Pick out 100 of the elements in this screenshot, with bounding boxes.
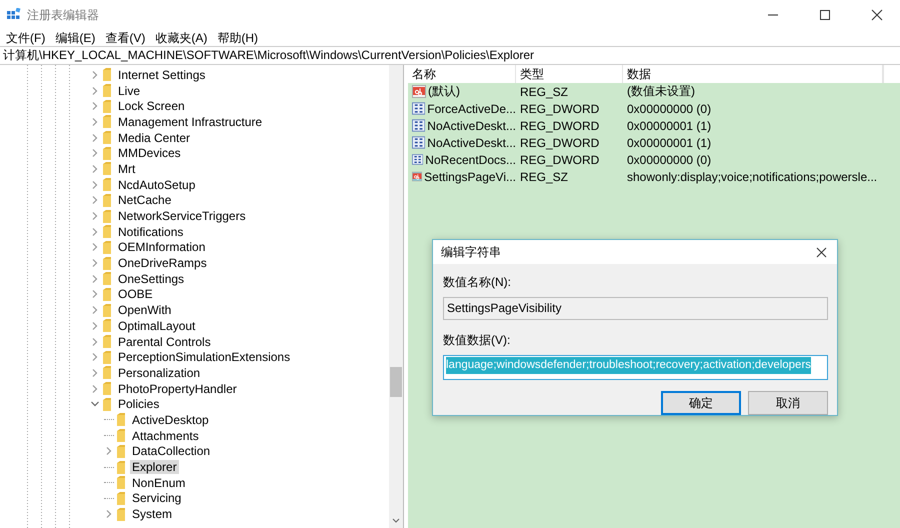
- tree-item[interactable]: Notifications: [116, 224, 186, 239]
- folder-icon: [117, 460, 125, 474]
- chevron-right-icon[interactable]: [90, 289, 100, 300]
- chevron-right-icon[interactable]: [90, 274, 100, 284]
- dialog-title: 编辑字符串: [441, 244, 501, 260]
- chevron-right-icon[interactable]: [90, 320, 100, 331]
- chevron-right-icon[interactable]: [104, 509, 114, 520]
- value-name: NoActiveDeskt...: [427, 118, 516, 132]
- folder-icon: [117, 476, 125, 490]
- folder-icon: [117, 444, 125, 458]
- scrollbar-thumb[interactable]: [390, 367, 402, 397]
- tree-item[interactable]: Servicing: [130, 491, 184, 506]
- tree-item[interactable]: System: [130, 507, 174, 522]
- folder-icon: [117, 429, 125, 442]
- dialog-button[interactable]: 取消: [748, 391, 828, 415]
- tree-item[interactable]: ActiveDesktop: [130, 412, 211, 427]
- chevron-right-icon[interactable]: [90, 368, 100, 378]
- chevron-right-icon[interactable]: [90, 116, 100, 127]
- tree-item[interactable]: OneSettings: [116, 272, 186, 286]
- chevron-right-icon[interactable]: [90, 352, 100, 362]
- folder-icon: [103, 319, 111, 332]
- chevron-right-icon[interactable]: [90, 336, 100, 347]
- tree-item[interactable]: OneDriveRamps: [116, 256, 209, 270]
- tree-item[interactable]: NetworkServiceTriggers: [116, 209, 248, 224]
- chevron-right-icon[interactable]: [90, 242, 100, 252]
- tree-item[interactable]: OptimalLayout: [116, 318, 198, 333]
- tree-item[interactable]: NcdAutoSetup: [116, 178, 198, 192]
- folder-icon: [103, 115, 111, 128]
- chevron-right-icon[interactable]: [90, 195, 100, 206]
- value-type: REG_DWORD: [519, 136, 600, 150]
- scroll-down-icon[interactable]: [392, 518, 400, 524]
- chevron-right-icon[interactable]: [90, 86, 100, 96]
- scrollbar[interactable]: [389, 65, 403, 528]
- tree-item[interactable]: Internet Settings: [116, 68, 208, 82]
- tree-item[interactable]: NetCache: [116, 193, 174, 208]
- value-data: 0x00000001 (1): [626, 136, 712, 150]
- folder-icon: [117, 508, 125, 521]
- tree-item[interactable]: OpenWith: [116, 303, 174, 318]
- field-label: 数值数据(V):: [443, 332, 512, 349]
- chevron-right-icon[interactable]: [90, 226, 100, 237]
- folder-icon: [103, 178, 111, 192]
- binary-value-icon: [412, 102, 426, 115]
- value-type: REG_DWORD: [519, 118, 600, 132]
- folder-icon: [103, 210, 111, 223]
- menu-item[interactable]: 帮助(H): [217, 30, 258, 46]
- chevron-right-icon[interactable]: [90, 164, 100, 174]
- column-header[interactable]: 名称: [408, 65, 516, 83]
- chevron-right-icon[interactable]: [90, 132, 100, 143]
- tree-item[interactable]: Live: [116, 84, 142, 98]
- tree-item[interactable]: Mrt: [116, 162, 138, 176]
- folder-icon: [103, 335, 111, 348]
- menu-item[interactable]: 查看(V): [105, 30, 146, 46]
- chevron-right-icon[interactable]: [90, 70, 100, 80]
- menu-item[interactable]: 收藏夹(A): [155, 30, 208, 46]
- maximize-icon[interactable]: [819, 9, 831, 21]
- binary-value-icon: [412, 153, 424, 166]
- tree-item[interactable]: Policies: [116, 397, 162, 412]
- chevron-right-icon[interactable]: [90, 384, 100, 394]
- value-data: 0x00000000 (0): [626, 152, 712, 166]
- address-bar[interactable]: 计算机\HKEY_LOCAL_MACHINE\SOFTWARE\Microsoft\Windows\CurrentVersion\Policies\Explorer: [0, 46, 900, 65]
- tree-item[interactable]: NonEnum: [130, 476, 188, 490]
- tree-item[interactable]: OEMInformation: [116, 240, 208, 254]
- tree-item[interactable]: Lock Screen: [116, 99, 187, 114]
- chevron-right-icon[interactable]: [90, 305, 100, 316]
- dialog-button[interactable]: 确定: [661, 391, 741, 415]
- chevron-right-icon[interactable]: [90, 101, 100, 112]
- value-name: (默认): [428, 83, 460, 100]
- value-type: REG_DWORD: [519, 152, 600, 166]
- value-name-field[interactable]: SettingsPageVisibility: [443, 297, 828, 320]
- binary-value-icon: [412, 119, 426, 132]
- folder-icon: [103, 162, 111, 176]
- folder-icon: [103, 304, 111, 317]
- menu-item[interactable]: 文件(F): [6, 30, 46, 46]
- chevron-right-icon[interactable]: [90, 148, 100, 158]
- value-data: 0x00000001 (1): [626, 118, 712, 132]
- chevron-right-icon[interactable]: [104, 446, 114, 456]
- chevron-right-icon[interactable]: [90, 180, 100, 190]
- column-header[interactable]: 数据: [623, 65, 883, 83]
- chevron-right-icon[interactable]: [90, 258, 100, 268]
- close-icon[interactable]: [871, 9, 883, 21]
- tree-item[interactable]: Personalization: [116, 366, 202, 380]
- menu-item[interactable]: 编辑(E): [55, 30, 96, 46]
- tree-item[interactable]: PhotoPropertyHandler: [116, 382, 239, 396]
- tree-item[interactable]: OOBE: [116, 287, 155, 302]
- tree-item[interactable]: Media Center: [116, 130, 192, 145]
- chevron-right-icon[interactable]: [90, 211, 100, 222]
- folder-icon: [117, 413, 125, 426]
- folder-icon: [103, 382, 111, 396]
- close-icon[interactable]: [816, 246, 827, 258]
- column-header[interactable]: 类型: [516, 65, 623, 83]
- folder-icon: [103, 272, 111, 286]
- selected-text: language;windowsdefender;troubleshoot;recovery;activation;developers: [446, 357, 812, 374]
- tree-item[interactable]: PerceptionSimulationExtensions: [116, 350, 292, 364]
- tree-item[interactable]: Explorer: [130, 460, 179, 474]
- tree-item[interactable]: Attachments: [130, 428, 201, 443]
- tree-item[interactable]: Parental Controls: [116, 334, 213, 349]
- tree-item[interactable]: Management Infrastructure: [116, 114, 264, 129]
- folder-icon: [103, 84, 111, 98]
- tree-item[interactable]: DataCollection: [130, 444, 212, 458]
- tree-item[interactable]: MMDevices: [116, 146, 183, 160]
